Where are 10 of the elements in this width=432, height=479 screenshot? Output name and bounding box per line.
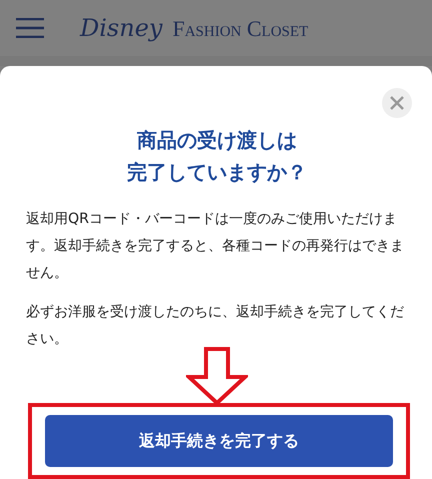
dialog-text: 返却用QRコード・バーコードは一度のみご使用いただけます。返却手続きを完了すると、各種コードの再発行はできません。 [26, 210, 405, 283]
dialog-text: 必ずお洋服を受け渡したのちに、返却手続きを完了してください。 [26, 303, 405, 349]
close-button[interactable] [382, 88, 412, 118]
close-icon [389, 95, 405, 111]
complete-return-button[interactable]: 返却手続きを完了する [45, 415, 393, 467]
logo: Disney [80, 14, 162, 42]
menu-icon[interactable] [16, 18, 44, 38]
dialog-title: 商品の受け渡しは [136, 127, 298, 154]
brand-name: Fashion Closet [172, 16, 308, 42]
dialog-title: 完了していますか？ [126, 159, 308, 186]
